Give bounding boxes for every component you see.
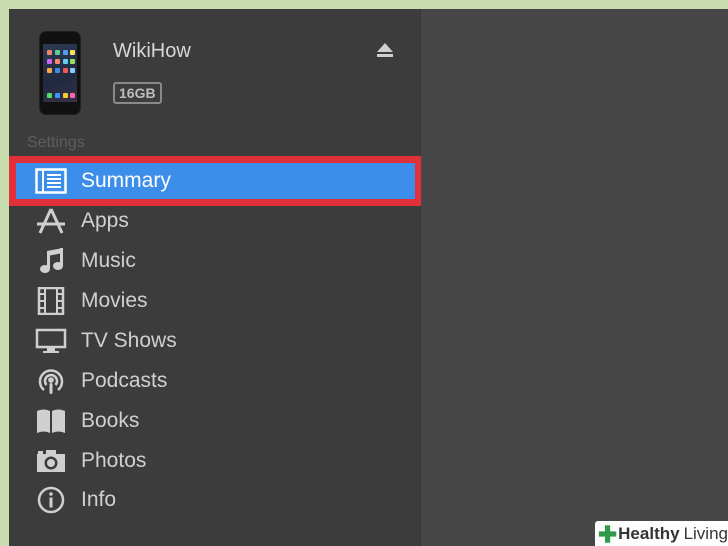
sidebar-item-label: TV Shows	[81, 329, 177, 352]
apps-icon	[35, 206, 67, 236]
sidebar-item-label: Podcasts	[81, 369, 168, 392]
sidebar-item-label: Summary	[81, 169, 171, 192]
tv-icon	[35, 326, 67, 356]
sidebar-item-info[interactable]: Info	[9, 481, 420, 519]
sidebar-item-label: Books	[81, 409, 140, 432]
music-note-icon	[35, 246, 67, 276]
watermark-word-healthy: Healthy	[618, 523, 680, 543]
healthy-living-watermark: Healthy Living	[595, 521, 728, 546]
sidebar-item-tv-shows[interactable]: TV Shows	[9, 322, 420, 360]
sidebar-item-books[interactable]: Books	[9, 402, 420, 440]
sidebar: WikiHow 16GB Settings Summary Apps Music…	[9, 9, 422, 546]
sidebar-item-podcasts[interactable]: Podcasts	[9, 362, 420, 400]
device-name: WikiHow	[113, 40, 191, 62]
book-icon	[35, 406, 67, 436]
sidebar-item-movies[interactable]: Movies	[9, 282, 420, 320]
itunes-window: WikiHow 16GB Settings Summary Apps Music…	[9, 9, 728, 546]
podcast-icon	[35, 366, 67, 396]
sidebar-item-label: Info	[81, 488, 117, 511]
sidebar-item-apps[interactable]: Apps	[9, 202, 420, 240]
watermark-word-living: Living	[683, 523, 728, 543]
summary-list-icon	[35, 166, 67, 196]
sidebar-item-photos[interactable]: Photos	[9, 442, 420, 480]
plus-cross-icon	[598, 524, 617, 543]
sidebar-item-label: Movies	[81, 289, 148, 312]
content-pane	[421, 9, 728, 546]
sidebar-item-summary[interactable]: Summary	[9, 162, 420, 200]
info-icon	[35, 485, 67, 515]
settings-section-label: Settings	[27, 134, 85, 151]
capacity-badge: 16GB	[113, 82, 162, 104]
sidebar-item-label: Photos	[81, 449, 147, 472]
film-strip-icon	[35, 286, 67, 316]
eject-icon[interactable]	[376, 42, 394, 58]
camera-icon	[35, 446, 67, 476]
sidebar-item-music[interactable]: Music	[9, 242, 420, 280]
sidebar-item-label: Music	[81, 249, 136, 272]
iphone-device-icon[interactable]	[39, 31, 81, 115]
sidebar-item-label: Apps	[81, 209, 129, 232]
